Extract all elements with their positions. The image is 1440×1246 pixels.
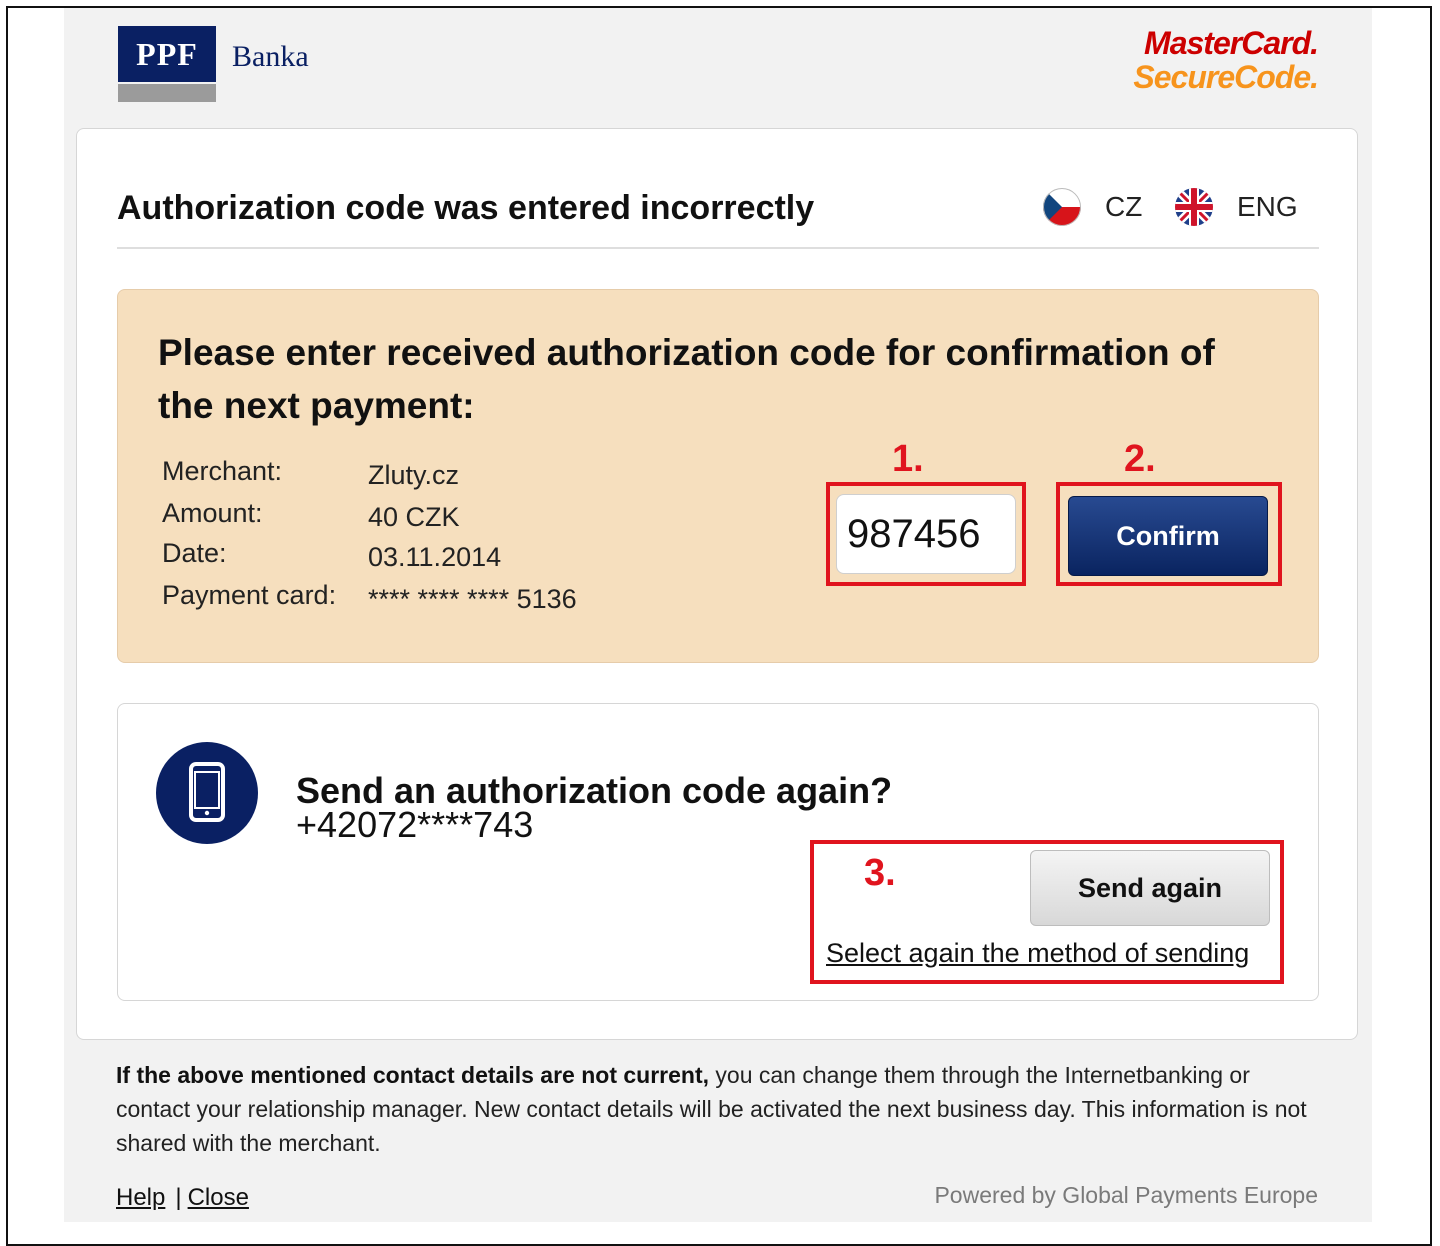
ppf-logo-bar — [118, 84, 216, 102]
authorization-card: Authorization code was entered incorrect… — [76, 128, 1358, 1040]
contact-details-info: If the above mentioned contact details a… — [116, 1058, 1326, 1160]
help-link[interactable]: Help — [116, 1184, 165, 1211]
date-label: Date: — [162, 538, 227, 568]
mastercard-securecode-logo: MasterCard. SecureCode. — [1133, 25, 1319, 95]
securecode-logo-text: SecureCode. — [1133, 59, 1319, 95]
payment-card-label: Payment card: — [162, 580, 337, 610]
date-value: 03.11.2014 — [368, 542, 502, 572]
language-eng[interactable]: ENG — [1175, 185, 1298, 229]
secure-code-page: PPF Banka MasterCard. SecureCode. Author… — [64, 8, 1372, 1222]
language-cz-label: CZ — [1105, 191, 1143, 222]
mobile-phone-icon — [156, 742, 258, 844]
czech-flag-icon — [1043, 188, 1081, 226]
merchant-value: Zluty.cz — [368, 460, 460, 490]
amount-label: Amount: — [162, 498, 263, 528]
mastercard-logo-text: MasterCard. — [1144, 25, 1319, 61]
bank-name: Banka — [232, 40, 309, 73]
resend-code-box: Send an authorization code again? +42072… — [117, 703, 1319, 1001]
annotation-step-1: 1. — [892, 438, 924, 480]
merchant-label: Merchant: — [162, 456, 283, 486]
highlight-box-step-2 — [1056, 482, 1282, 586]
powered-by-text: Powered by Global Payments Europe — [934, 1182, 1318, 1208]
annotation-step-3: 3. — [864, 852, 896, 894]
language-cz[interactable]: CZ — [1043, 185, 1142, 229]
masked-phone-number: +42072****743 — [296, 804, 534, 845]
close-link[interactable]: Close — [188, 1184, 249, 1211]
payment-heading: Please enter received authorization code… — [158, 332, 1215, 426]
ppf-logo: PPF — [118, 26, 216, 82]
annotation-step-2: 2. — [1124, 438, 1156, 480]
payment-confirmation-box: Please enter received authorization code… — [117, 289, 1319, 663]
language-eng-label: ENG — [1237, 191, 1298, 222]
footer-separator: | — [175, 1184, 182, 1211]
page-title: Authorization code was entered incorrect… — [117, 189, 815, 227]
amount-value: 40 CZK — [368, 502, 460, 532]
contact-details-info-bold: If the above mentioned contact details a… — [116, 1062, 710, 1088]
uk-flag-icon — [1175, 188, 1213, 226]
payment-card-value: **** **** **** 5136 — [368, 584, 577, 614]
title-divider — [117, 247, 1319, 249]
footer-links: Help | Close — [116, 1184, 249, 1212]
highlight-box-step-1 — [826, 482, 1026, 586]
